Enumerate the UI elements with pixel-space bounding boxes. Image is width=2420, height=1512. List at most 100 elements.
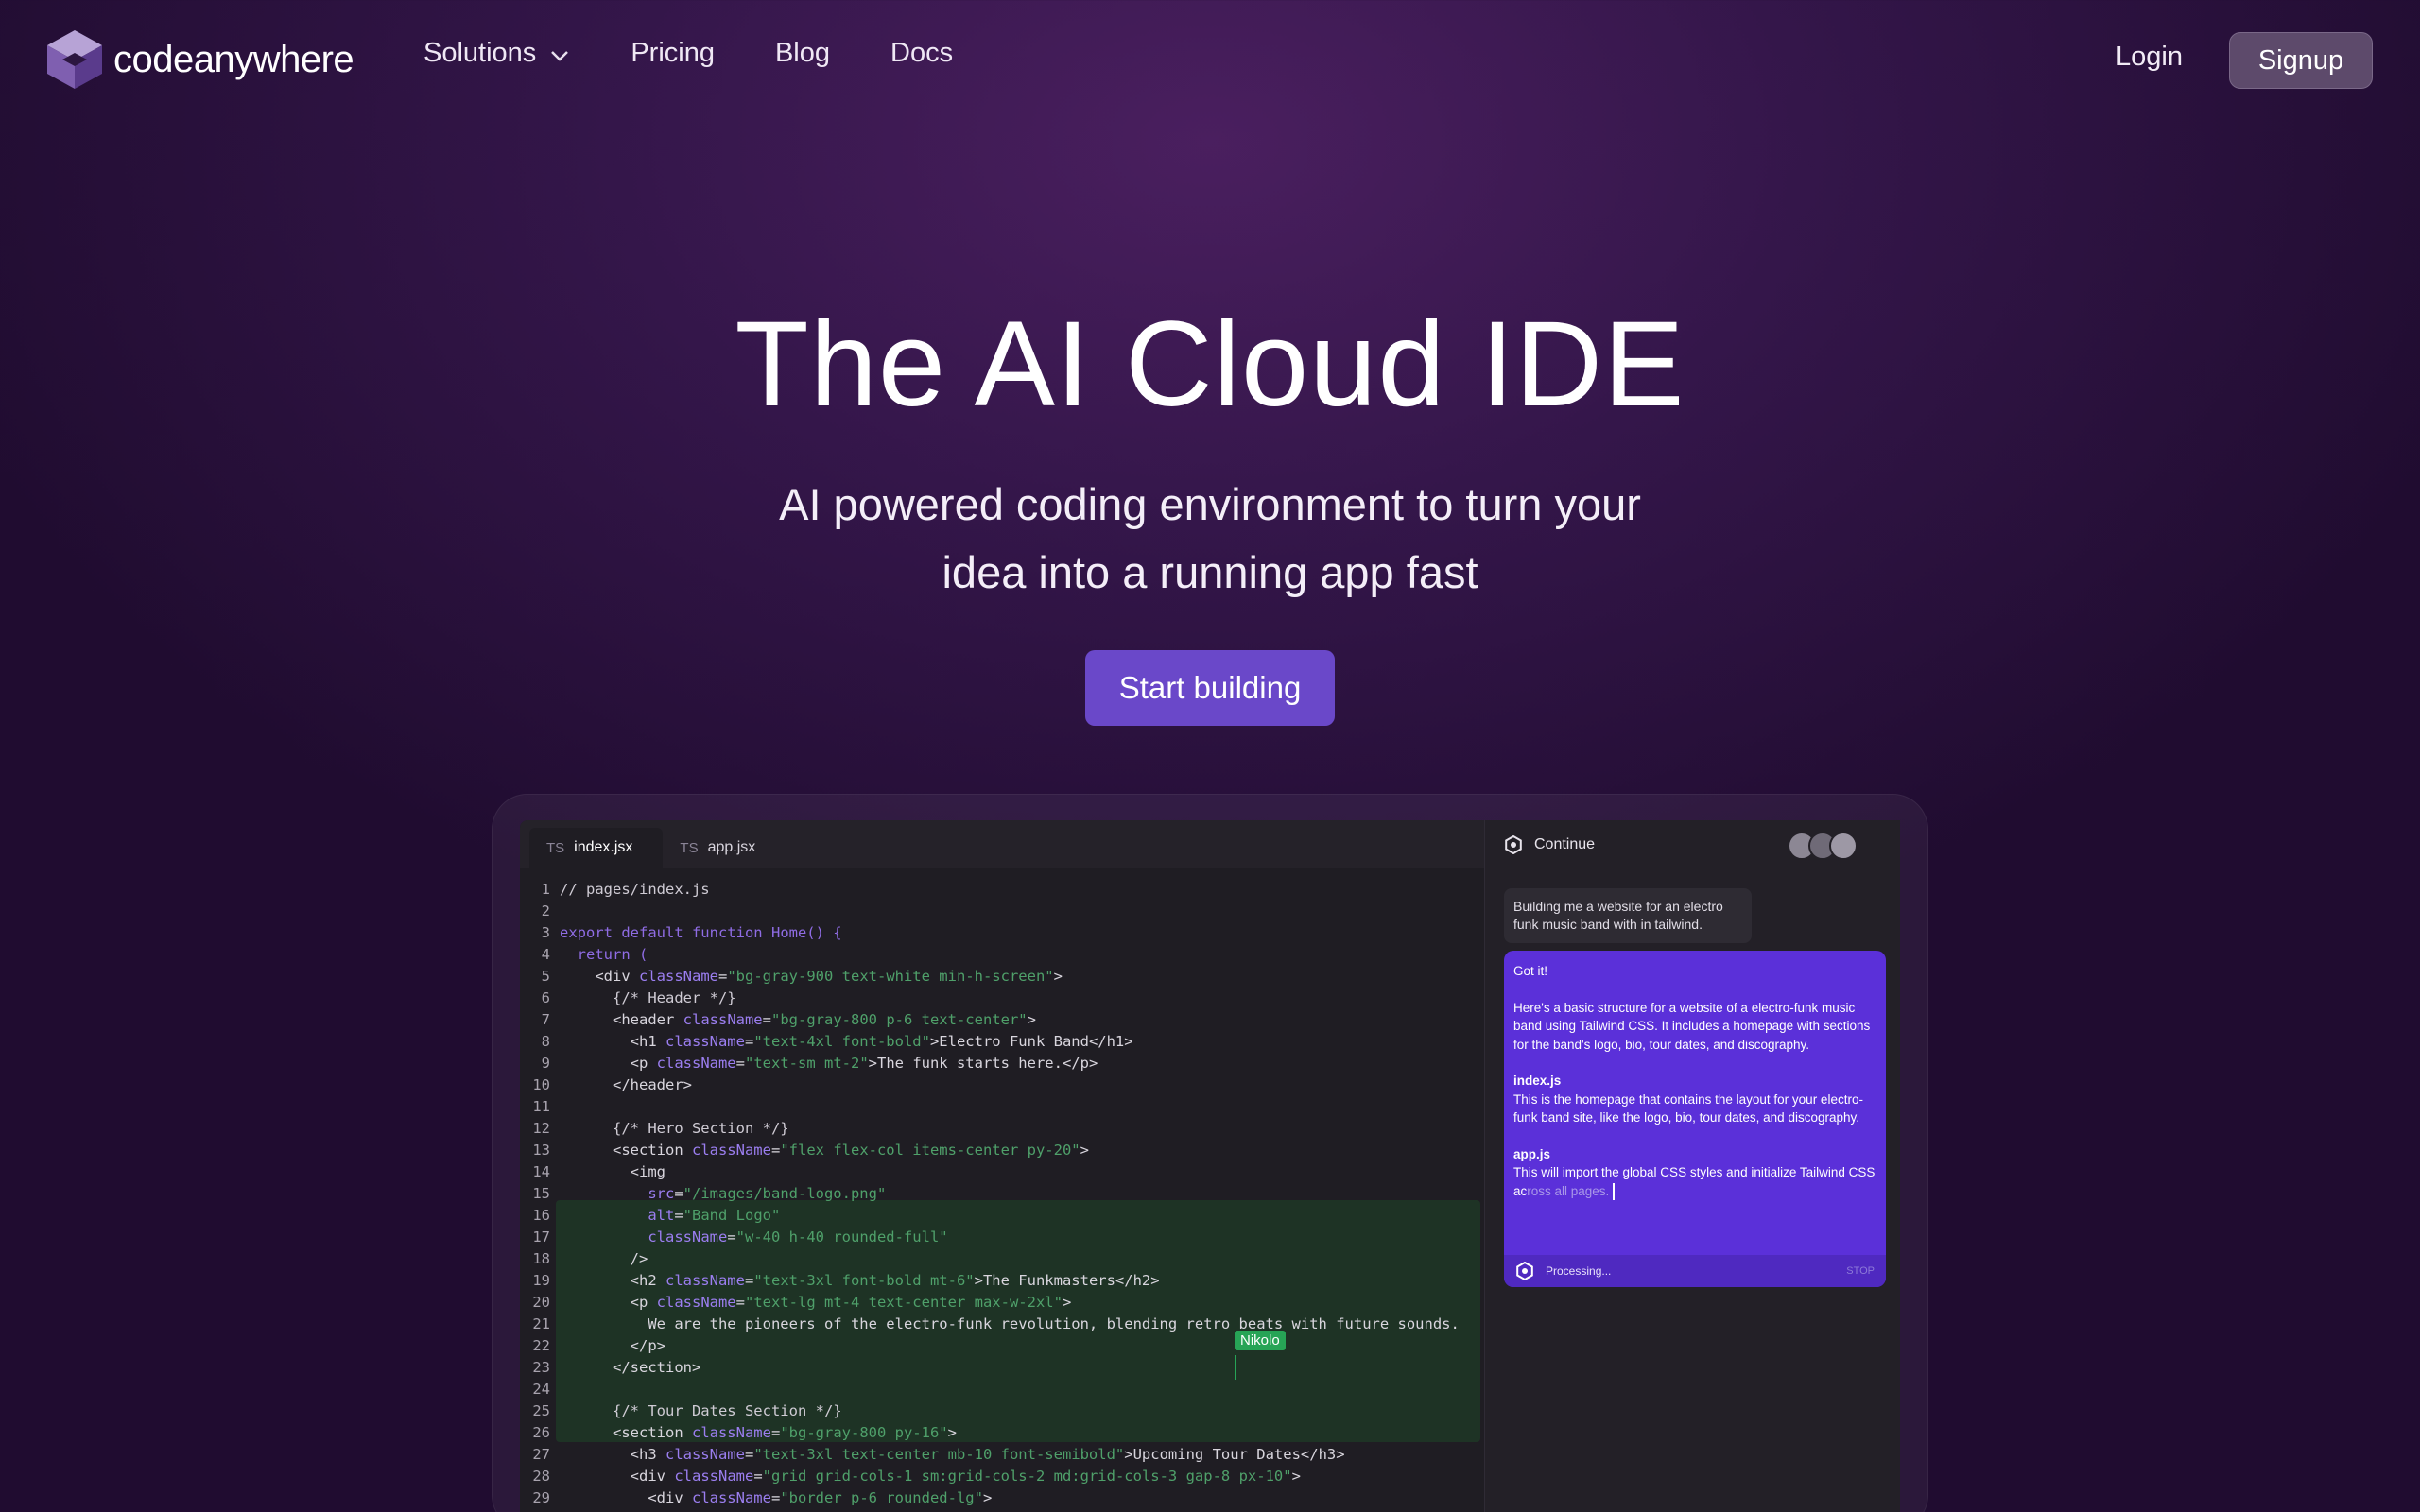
nav-docs[interactable]: Docs	[890, 38, 953, 69]
code-text: {/* Header */}	[560, 989, 736, 1006]
code-text: </header>	[560, 1076, 692, 1093]
nav-blog[interactable]: Blog	[775, 38, 830, 69]
line-number: 15	[532, 1185, 550, 1202]
line-number: 8	[541, 1033, 550, 1050]
tab-app-jsx[interactable]: TS app.jsx	[663, 828, 786, 868]
line-number: 19	[532, 1272, 550, 1289]
cube-logo-icon	[47, 30, 102, 89]
code-text: <div className="border p-6 rounded-lg">	[560, 1489, 993, 1506]
stop-button[interactable]: STOP	[1846, 1265, 1875, 1277]
line-number: 2	[541, 902, 550, 919]
tab-filename: index.jsx	[574, 839, 633, 855]
status-text: Processing...	[1546, 1264, 1612, 1278]
code-text: We are the pioneers of the electro-funk …	[560, 1315, 1460, 1332]
code-line: 11	[520, 1096, 1484, 1118]
line-number: 29	[532, 1489, 550, 1506]
nav-solutions-label: Solutions	[424, 38, 537, 68]
hero-subtitle-line-1: AI powered coding environment to turn yo…	[779, 479, 1641, 529]
code-line: 21 We are the pioneers of the electro-fu…	[520, 1314, 1484, 1335]
hero-title: The AI Cloud IDE	[735, 297, 1685, 432]
nav-solutions[interactable]: Solutions	[424, 38, 570, 69]
editor-tabs: TS index.jsx TS app.jsx	[520, 820, 1484, 868]
code-text: <h3 className="text-3xl text-center mb-1…	[560, 1446, 1345, 1463]
line-number: 12	[532, 1120, 550, 1137]
ai-chat-panel: Continue Building me a website for an el…	[1484, 820, 1900, 1512]
brand-logo[interactable]: codeanywhere	[45, 28, 354, 91]
tab-lang-badge: TS	[680, 839, 699, 856]
ai-status-bar: Processing... STOP	[1504, 1255, 1886, 1287]
user-message: Building me a website for an electro fun…	[1504, 888, 1752, 943]
signup-button[interactable]: Signup	[2229, 32, 2373, 89]
code-line: 17 className="w-40 h-40 rounded-full"	[520, 1227, 1484, 1248]
code-line: 12 {/* Hero Section */}	[520, 1118, 1484, 1140]
nav-links: Solutions Pricing Blog Docs	[424, 38, 1013, 69]
ai-file-index-desc: This is the homepage that contains the l…	[1513, 1091, 1863, 1125]
code-line: 23 </section>	[520, 1357, 1484, 1379]
tab-index-jsx[interactable]: TS index.jsx	[529, 828, 664, 868]
avatar[interactable]	[1829, 832, 1858, 860]
line-number: 14	[532, 1163, 550, 1180]
chat-title: Continue	[1534, 836, 1596, 852]
ai-file-app-name: app.js	[1513, 1146, 1551, 1161]
chat-header: Continue	[1504, 835, 1595, 854]
code-text: <section className="bg-gray-800 py-16">	[560, 1424, 957, 1441]
code-line: 13 <section className="flex flex-col ite…	[520, 1140, 1484, 1161]
code-line: 29 <div className="border p-6 rounded-lg…	[520, 1487, 1484, 1509]
code-line: 10 </header>	[520, 1074, 1484, 1096]
code-line: 27 <h3 className="text-3xl text-center m…	[520, 1444, 1484, 1466]
code-line: 26 <section className="bg-gray-800 py-16…	[520, 1422, 1484, 1444]
line-number: 6	[541, 989, 550, 1006]
ai-file-index: index.js This is the homepage that conta…	[1513, 1072, 1876, 1127]
line-number: 27	[532, 1446, 550, 1463]
line-number: 10	[532, 1076, 550, 1093]
code-line: 19 <h2 className="text-3xl font-bold mt-…	[520, 1270, 1484, 1292]
code-line: 6 {/* Header */}	[520, 988, 1484, 1009]
ai-file-app: app.js This will import the global CSS s…	[1513, 1145, 1876, 1201]
code-text: <section className="flex flex-col items-…	[560, 1142, 1089, 1159]
tab-lang-badge: TS	[546, 839, 565, 856]
hero-subtitle: AI powered coding environment to turn yo…	[662, 471, 1758, 607]
code-line: 18 />	[520, 1248, 1484, 1270]
code-editor: TS index.jsx TS app.jsx 1 // pages/index.…	[520, 820, 1484, 1512]
code-text: />	[560, 1250, 648, 1267]
code-text: </p>	[560, 1337, 666, 1354]
code-text: <header className="bg-gray-800 p-6 text-…	[560, 1011, 1036, 1028]
ai-file-app-desc-streaming: ross all pages.	[1527, 1183, 1610, 1198]
code-text: <h2 className="text-3xl font-bold mt-6">…	[560, 1272, 1160, 1289]
ai-response: Got it! Here's a basic structure for a w…	[1504, 951, 1886, 1287]
line-number: 17	[532, 1228, 550, 1246]
code-line: 4 return (	[520, 944, 1484, 966]
code-line: 15 src="/images/band-logo.png"	[520, 1183, 1484, 1205]
line-number: 5	[541, 968, 550, 985]
code-line: 25 {/* Tour Dates Section */}	[520, 1400, 1484, 1422]
line-number: 11	[532, 1098, 550, 1115]
line-number: 18	[532, 1250, 550, 1267]
code-line: 3 export default function Home() {	[520, 922, 1484, 944]
line-number: 23	[532, 1359, 550, 1376]
line-number: 24	[532, 1381, 550, 1398]
code-text: // pages/index.js	[560, 881, 710, 898]
start-building-button[interactable]: Start building	[1085, 650, 1335, 726]
code-text: </section>	[560, 1359, 701, 1376]
code-line: 16 alt="Band Logo"	[520, 1205, 1484, 1227]
code-text: <img	[560, 1163, 666, 1180]
spinner-icon	[1516, 1262, 1533, 1280]
ai-intro: Got it!	[1513, 964, 1548, 978]
code-line: 5 <div className="bg-gray-900 text-white…	[520, 966, 1484, 988]
collaborator-avatars	[1788, 832, 1858, 860]
code-line: 20 <p className="text-lg mt-4 text-cente…	[520, 1292, 1484, 1314]
top-nav: codeanywhere Solutions Pricing Blog Docs…	[0, 0, 2420, 117]
code-area[interactable]: 1// pages/index.js 2 3 export default funct…	[520, 879, 1484, 1509]
nav-pricing[interactable]: Pricing	[631, 38, 715, 69]
collaborator-cursor-label: Nikolo	[1235, 1331, 1286, 1350]
code-text: <p className="text-sm mt-2">The funk sta…	[560, 1055, 1098, 1072]
hero-subtitle-line-2: idea into a running app fast	[942, 547, 1478, 597]
code-line: 1 // pages/index.js	[520, 879, 1484, 901]
code-text: return (	[577, 946, 648, 963]
line-number: 21	[532, 1315, 550, 1332]
continue-logo-icon	[1505, 835, 1522, 854]
login-link[interactable]: Login	[2116, 42, 2183, 73]
typing-caret	[1613, 1182, 1616, 1200]
line-number: 25	[532, 1402, 550, 1419]
code-text: export default function Home() {	[560, 924, 842, 941]
